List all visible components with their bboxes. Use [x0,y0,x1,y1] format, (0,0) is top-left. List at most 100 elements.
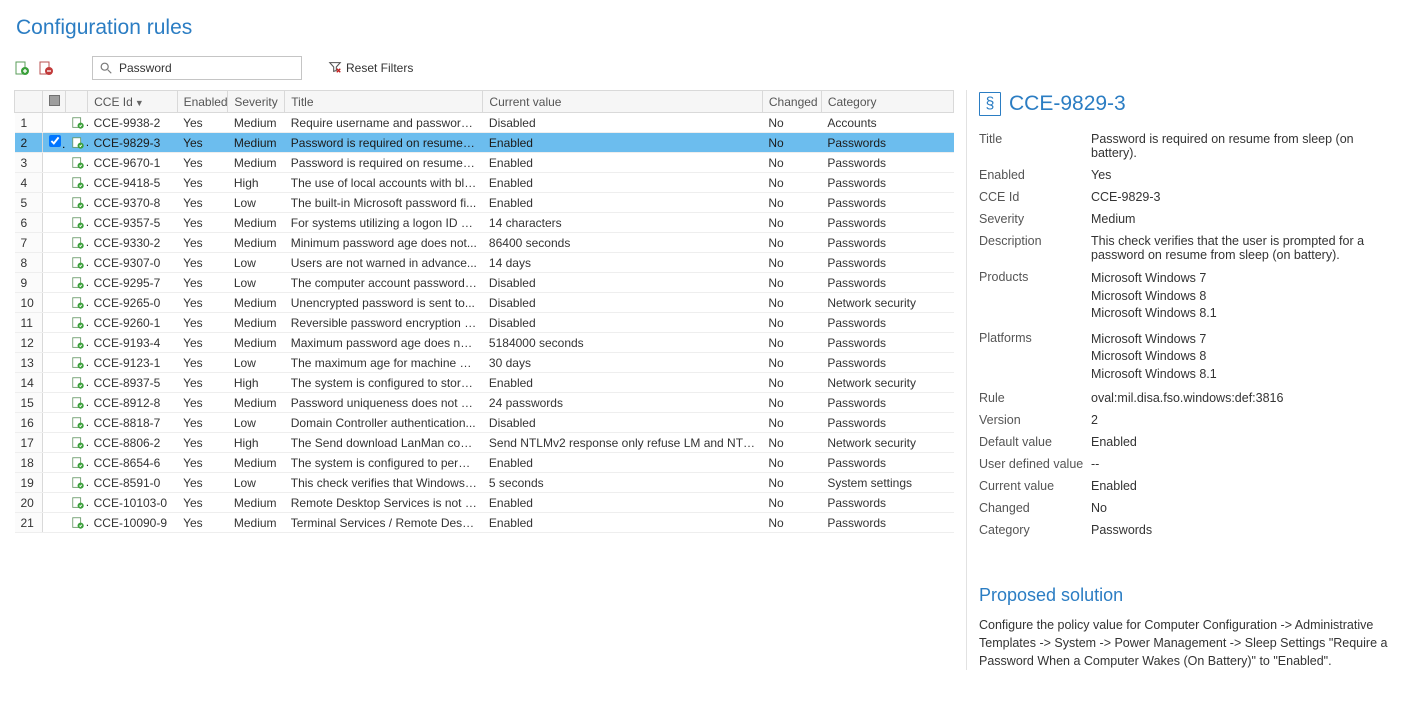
header-current[interactable]: Current value [483,91,762,113]
cell-current: 14 days [483,253,762,273]
row-checkbox-cell[interactable] [43,333,65,353]
add-rule-icon[interactable] [14,60,30,76]
cell-current: 30 days [483,353,762,373]
value-rule: oval:mil.disa.fso.windows:def:3816 [1091,391,1396,405]
table-row[interactable]: 3CCE-9670-1YesMediumPassword is required… [15,153,954,173]
cell-severity: Low [228,193,285,213]
row-number: 10 [15,293,43,313]
row-status-icon [65,433,87,453]
row-status-icon [65,293,87,313]
table-row[interactable]: 6CCE-9357-5YesMediumFor systems utilizin… [15,213,954,233]
cell-changed: No [762,353,821,373]
table-row[interactable]: 14CCE-8937-5YesHighThe system is configu… [15,373,954,393]
table-row[interactable]: 11CCE-9260-1YesMediumReversible password… [15,313,954,333]
cell-current: 24 passwords [483,393,762,413]
remove-rule-icon[interactable] [38,60,54,76]
table-row[interactable]: 18CCE-8654-6YesMediumThe system is confi… [15,453,954,473]
cell-category: Accounts [821,113,953,133]
row-number: 7 [15,233,43,253]
cell-cce: CCE-8937-5 [88,373,177,393]
row-checkbox-cell[interactable] [43,453,65,473]
cell-current: Enabled [483,513,762,533]
cell-title: Domain Controller authentication... [285,413,483,433]
table-row[interactable]: 9CCE-9295-7YesLowThe computer account pa… [15,273,954,293]
row-checkbox-cell[interactable] [43,513,65,533]
search-input[interactable] [117,60,295,76]
cell-severity: Medium [228,453,285,473]
header-rownum[interactable] [15,91,43,113]
table-row[interactable]: 4CCE-9418-5YesHighThe use of local accou… [15,173,954,193]
cell-category: Passwords [821,393,953,413]
row-checkbox-cell[interactable] [43,113,65,133]
label-user-defined: User defined value [979,457,1091,471]
header-checkbox[interactable] [43,91,65,113]
cell-current: Disabled [483,293,762,313]
table-row[interactable]: 5CCE-9370-8YesLowThe built-in Microsoft … [15,193,954,213]
cell-severity: Medium [228,293,285,313]
row-checkbox-cell[interactable] [43,473,65,493]
row-checkbox-cell[interactable] [43,233,65,253]
row-number: 4 [15,173,43,193]
cell-enabled: Yes [177,353,228,373]
header-severity[interactable]: Severity [228,91,285,113]
table-row[interactable]: 21CCE-10090-9YesMediumTerminal Services … [15,513,954,533]
row-status-icon [65,253,87,273]
cell-enabled: Yes [177,313,228,333]
table-row[interactable]: 19CCE-8591-0YesLowThis check verifies th… [15,473,954,493]
table-row[interactable]: 7CCE-9330-2YesMediumMinimum password age… [15,233,954,253]
row-checkbox-cell[interactable] [43,413,65,433]
value-platforms: Microsoft Windows 7Microsoft Windows 8Mi… [1091,331,1396,384]
search-input-group[interactable] [92,56,302,80]
table-row[interactable]: 20CCE-10103-0YesMediumRemote Desktop Ser… [15,493,954,513]
row-checkbox-cell[interactable] [43,373,65,393]
row-status-icon [65,273,87,293]
row-checkbox-cell[interactable] [43,353,65,373]
header-enabled[interactable]: Enabled [177,91,228,113]
value-current: Enabled [1091,479,1396,493]
table-row[interactable]: 1CCE-9938-2YesMediumRequire username and… [15,113,954,133]
row-checkbox-cell[interactable] [43,493,65,513]
solution-title: Proposed solution [979,585,1396,606]
row-checkbox-cell[interactable] [43,193,65,213]
table-row[interactable]: 16CCE-8818-7YesLowDomain Controller auth… [15,413,954,433]
header-icon[interactable] [65,91,87,113]
cell-severity: High [228,373,285,393]
cell-cce: CCE-10103-0 [88,493,177,513]
cell-category: System settings [821,473,953,493]
header-cce[interactable]: CCE Id▼ [88,91,177,113]
cell-enabled: Yes [177,273,228,293]
cell-title: Password is required on resume f... [285,153,483,173]
cell-severity: Medium [228,133,285,153]
row-checkbox-cell[interactable] [43,213,65,233]
row-number: 21 [15,513,43,533]
row-checkbox-cell[interactable] [43,273,65,293]
row-checkbox-cell[interactable] [43,293,65,313]
toolbar: Reset Filters [14,56,1396,80]
reset-filters-button[interactable]: Reset Filters [328,60,413,77]
row-checkbox[interactable] [49,135,61,147]
row-checkbox-cell[interactable] [43,153,65,173]
cell-changed: No [762,453,821,473]
table-row[interactable]: 13CCE-9123-1YesLowThe maximum age for ma… [15,353,954,373]
cell-enabled: Yes [177,373,228,393]
cell-severity: Low [228,413,285,433]
table-row[interactable]: 2CCE-9829-3YesMediumPassword is required… [15,133,954,153]
table-row[interactable]: 10CCE-9265-0YesMediumUnencrypted passwor… [15,293,954,313]
table-row[interactable]: 12CCE-9193-4YesMediumMaximum password ag… [15,333,954,353]
row-checkbox-cell[interactable] [43,133,65,153]
row-status-icon [65,373,87,393]
row-status-icon [65,493,87,513]
row-checkbox-cell[interactable] [43,313,65,333]
row-checkbox-cell[interactable] [43,393,65,413]
table-row[interactable]: 15CCE-8912-8YesMediumPassword uniqueness… [15,393,954,413]
cell-changed: No [762,373,821,393]
header-title[interactable]: Title [285,91,483,113]
row-checkbox-cell[interactable] [43,253,65,273]
row-checkbox-cell[interactable] [43,173,65,193]
table-row[interactable]: 17CCE-8806-2YesHighThe Send download Lan… [15,433,954,453]
header-category[interactable]: Category [821,91,953,113]
table-row[interactable]: 8CCE-9307-0YesLowUsers are not warned in… [15,253,954,273]
row-number: 17 [15,433,43,453]
row-checkbox-cell[interactable] [43,433,65,453]
header-changed[interactable]: Changed [762,91,821,113]
